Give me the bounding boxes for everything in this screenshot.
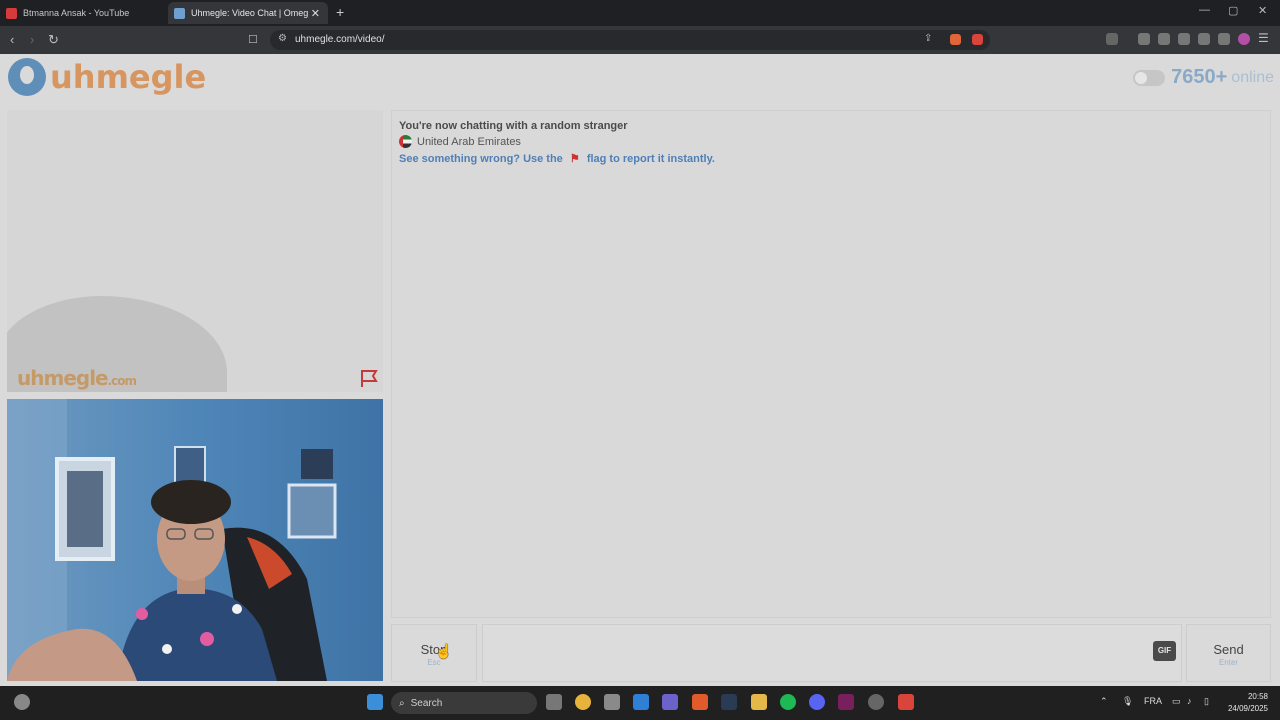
stop-hint: Esc [427, 658, 441, 667]
chrome-icon[interactable] [575, 694, 591, 710]
uhmegle-favicon-icon [174, 7, 185, 19]
share-icon[interactable]: ⇪ [924, 33, 932, 44]
tab-label: Btmanna Ansak - YouTube [23, 8, 130, 18]
close-window-icon[interactable]: ✕ [1258, 4, 1267, 17]
app-icon[interactable] [868, 694, 884, 710]
mouse-cursor-icon: ☝ [435, 643, 453, 659]
profile-icon[interactable] [1238, 33, 1250, 45]
system-message: You're now chatting with a random strang… [399, 120, 715, 165]
brave-beta-icon[interactable] [898, 694, 914, 710]
logo-icon [8, 58, 46, 96]
message-input[interactable] [482, 624, 1182, 682]
report-suffix: flag to report it instantly. [586, 153, 715, 165]
stop-button[interactable]: Stop Esc ☝ [391, 624, 477, 682]
wallet-icon[interactable] [1106, 33, 1118, 45]
sidebar-icon[interactable] [1158, 33, 1170, 45]
reload-icon[interactable]: ↻ [48, 32, 59, 48]
forward-icon[interactable]: › [30, 32, 34, 47]
send-label: Send [1213, 642, 1244, 657]
store-icon[interactable] [604, 694, 620, 710]
url-text: uhmegle.com/video/ [295, 34, 385, 45]
file-explorer-icon[interactable] [751, 694, 767, 710]
app-next-icon[interactable] [838, 694, 854, 710]
outlook-icon[interactable] [633, 694, 649, 710]
clock-time: 20:58 [1247, 692, 1268, 701]
online-label: online [1231, 68, 1274, 86]
youtube-icon [6, 7, 17, 19]
site-info-icon[interactable]: ⚙ [278, 33, 287, 44]
online-indicator: 7650+ online [1133, 66, 1274, 89]
address-bar[interactable]: ⚙ uhmegle.com/video/ ⇪ [270, 30, 990, 50]
logo-text: uhmegle [50, 58, 207, 96]
teams-icon[interactable] [662, 694, 678, 710]
windows-start-icon[interactable] [367, 694, 383, 710]
taskbar-search-label: Search [410, 697, 443, 709]
search-icon: ⌕ [399, 697, 405, 709]
vpn-icon[interactable] [1218, 33, 1230, 45]
brave-icon[interactable] [692, 694, 708, 710]
brave-shield-icon[interactable] [950, 34, 961, 45]
steam-icon[interactable] [721, 694, 737, 710]
page-content: uhmegle 7650+ online uhmegle.com You're … [0, 54, 1280, 686]
report-notice: See something wrong? Use the ⚑ flag to r… [399, 152, 715, 165]
site-logo[interactable]: uhmegle [8, 58, 206, 96]
taskbar-search[interactable]: ⌕ Search [391, 692, 537, 714]
extensions-icon[interactable] [1178, 33, 1190, 45]
task-view-icon[interactable] [546, 694, 562, 710]
stranger-country: United Arab Emirates [399, 135, 715, 148]
spotify-icon[interactable] [780, 694, 796, 710]
new-tab-button[interactable]: + [336, 4, 344, 20]
network-icon[interactable]: ▭ [1172, 696, 1181, 707]
tray-chevron-icon[interactable]: ⌃ [1100, 696, 1108, 707]
language-indicator[interactable]: FRA [1144, 696, 1162, 706]
chat-controls: Stop Esc ☝ GIF Send Enter [391, 624, 1271, 682]
brave-rewards-icon[interactable] [972, 34, 983, 45]
music-icon[interactable] [1138, 33, 1150, 45]
volume-icon[interactable]: ♪ [1187, 696, 1192, 706]
maximize-icon[interactable]: ▢ [1228, 4, 1238, 17]
country-name: United Arab Emirates [417, 135, 521, 148]
windows-taskbar: ⌕ Search ⌃ 🎙 FRA ▭ ♪ ▯ 20:58 24/09/2025 [0, 686, 1280, 720]
send-button[interactable]: Send Enter [1186, 624, 1271, 682]
uae-flag-icon [399, 135, 412, 148]
tab-uhmegle[interactable]: Uhmegle: Video Chat | Omeg ✕ [168, 2, 328, 24]
stranger-video: uhmegle.com [7, 110, 383, 392]
chat-panel: You're now chatting with a random strang… [391, 110, 1271, 618]
leo-icon[interactable] [1198, 33, 1210, 45]
tab-youtube[interactable]: Btmanna Ansak - YouTube [6, 2, 166, 24]
system-clock[interactable]: 20:58 24/09/2025 [1228, 691, 1268, 715]
stop-label: Stop [420, 642, 448, 657]
weather-icon[interactable] [14, 694, 30, 710]
send-hint: Enter [1218, 658, 1239, 667]
theme-toggle[interactable] [1133, 69, 1166, 86]
microphone-icon[interactable]: 🎙 [1122, 696, 1133, 707]
minimize-icon[interactable]: — [1199, 4, 1210, 16]
discord-icon[interactable] [809, 694, 825, 710]
online-count: 7650+ [1171, 66, 1228, 88]
menu-icon[interactable]: ☰ [1258, 31, 1269, 45]
back-icon[interactable]: ‹ [10, 32, 14, 47]
close-tab-icon[interactable]: ✕ [311, 7, 320, 20]
browser-toolbar: ‹ › ↻ ☐ ⚙ uhmegle.com/video/ ⇪ ☰ [0, 26, 1280, 54]
bookmark-icon[interactable]: ☐ [248, 33, 258, 46]
self-camera-feed [7, 399, 383, 681]
battery-icon[interactable]: ▯ [1204, 696, 1209, 707]
clock-date: 24/09/2025 [1227, 704, 1268, 713]
report-flag-icon[interactable] [359, 368, 379, 388]
report-prefix: See something wrong? Use the [399, 153, 563, 165]
self-video [7, 399, 383, 681]
video-watermark: uhmegle.com [17, 366, 137, 390]
chat-status: You're now chatting with a random strang… [399, 120, 628, 132]
browser-tabbar: Btmanna Ansak - YouTube Uhmegle: Video C… [0, 0, 1280, 26]
gif-button[interactable]: GIF [1153, 641, 1176, 661]
red-flag-icon: ⚑ [569, 153, 580, 165]
tab-label: Uhmegle: Video Chat | Omeg [191, 8, 309, 18]
